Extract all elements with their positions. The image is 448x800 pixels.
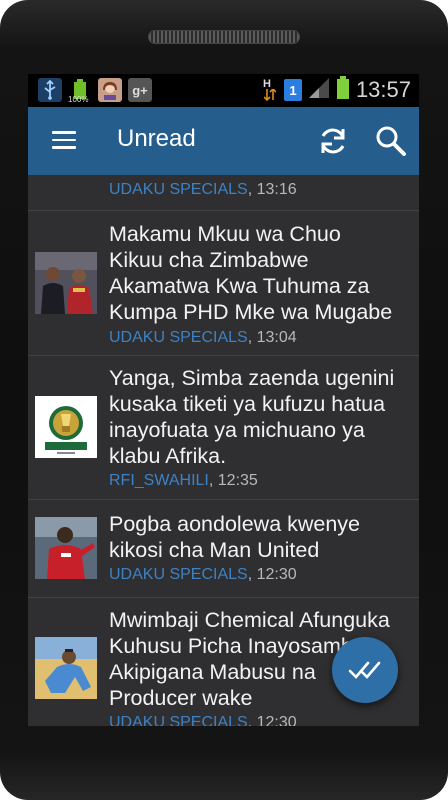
- item-time: 12:30: [256, 714, 297, 726]
- double-check-icon: [348, 661, 381, 679]
- headline-line: Mwimbaji Chemical Afunguka: [109, 608, 390, 632]
- item-headline: Makamu Mkuu wa Chuo Kikuu cha Zimbabwe A…: [109, 221, 414, 325]
- signal-icon: [308, 77, 330, 103]
- contact-photo-icon: [98, 78, 122, 102]
- list-item[interactable]: Pogba aondolewa kwenye kikosi cha Man Un…: [28, 499, 419, 598]
- item-source: UDAKU SPECIALS: [109, 566, 248, 583]
- notification-badge-icon: 1: [283, 79, 302, 101]
- list-item-partial[interactable]: UDAKU SPECIALS, 13:16: [28, 175, 419, 211]
- list-item[interactable]: Yanga, Simba zaenda ugenini kusaka tiket…: [28, 355, 419, 500]
- item-time: 12:35: [217, 472, 258, 489]
- headline-line: Kikuu cha Zimbabwe: [109, 248, 309, 272]
- page-title: Unread: [117, 125, 196, 152]
- headline-line: kikosi cha Man United: [109, 538, 320, 562]
- item-source: UDAKU SPECIALS: [109, 329, 248, 346]
- clock: 13:57: [355, 77, 411, 102]
- item-meta: UDAKU SPECIALS, 13:04: [109, 329, 297, 346]
- item-meta: RFI_SWAHILI, 12:35: [109, 472, 258, 489]
- google-plus-icon: g+: [128, 78, 152, 102]
- item-time: 12:30: [256, 566, 297, 583]
- badge-count: 1: [289, 82, 297, 98]
- headline-line: inayofuata ya michuano ya: [109, 418, 365, 442]
- item-time: 13:16: [256, 181, 297, 198]
- item-time: 13:04: [256, 329, 297, 346]
- thumbnail-image: [35, 396, 97, 458]
- search-icon[interactable]: [374, 124, 408, 158]
- headline-line: kusaka tiketi ya kufuzu hatua: [109, 392, 386, 416]
- item-meta: UDAKU SPECIALS, 12:30: [109, 566, 297, 583]
- headline-line: Pogba aondolewa kwenye: [109, 512, 361, 536]
- item-source: UDAKU SPECIALS: [109, 714, 248, 726]
- list-item[interactable]: Makamu Mkuu wa Chuo Kikuu cha Zimbabwe A…: [28, 210, 419, 356]
- headline-line: klabu Afrika.: [109, 444, 227, 468]
- menu-icon[interactable]: [52, 131, 76, 151]
- thumbnail-image: [35, 517, 97, 579]
- headline-line: Akamatwa Kwa Tuhuma za: [109, 274, 370, 298]
- item-meta: UDAKU SPECIALS, 13:16: [109, 181, 297, 198]
- item-headline: Pogba aondolewa kwenye kikosi cha Man Un…: [109, 511, 414, 563]
- headline-line: Kumpa PHD Mke wa Mugabe: [109, 300, 393, 324]
- speaker-grille: [148, 30, 300, 44]
- refresh-icon[interactable]: [316, 124, 350, 158]
- battery-full-notification: 100%: [68, 78, 92, 104]
- thumbnail-image: [35, 252, 97, 314]
- battery-status-icon: [336, 76, 350, 104]
- item-source: RFI_SWAHILI: [109, 472, 209, 489]
- h-data-icon: H: [262, 78, 278, 102]
- phone-frame: 100% g+ H 1 13:57 Unread UDAKU SPECIALS,…: [0, 0, 448, 800]
- mark-all-read-button[interactable]: [332, 637, 398, 703]
- battery-percent-label: 100%: [68, 95, 89, 104]
- headline-line: Makamu Mkuu wa Chuo: [109, 222, 341, 246]
- usb-icon: [38, 78, 62, 102]
- status-bar: 100% g+ H 1 13:57: [28, 74, 419, 107]
- app-bar: Unread: [28, 107, 419, 175]
- headline-line: Yanga, Simba zaenda ugenini: [109, 366, 395, 390]
- thumbnail-image: [35, 637, 97, 699]
- item-meta: UDAKU SPECIALS, 12:30: [109, 714, 297, 726]
- screen: 100% g+ H 1 13:57 Unread UDAKU SPECIALS,…: [28, 74, 419, 726]
- item-headline: Yanga, Simba zaenda ugenini kusaka tiket…: [109, 365, 414, 469]
- item-source: UDAKU SPECIALS: [109, 181, 248, 198]
